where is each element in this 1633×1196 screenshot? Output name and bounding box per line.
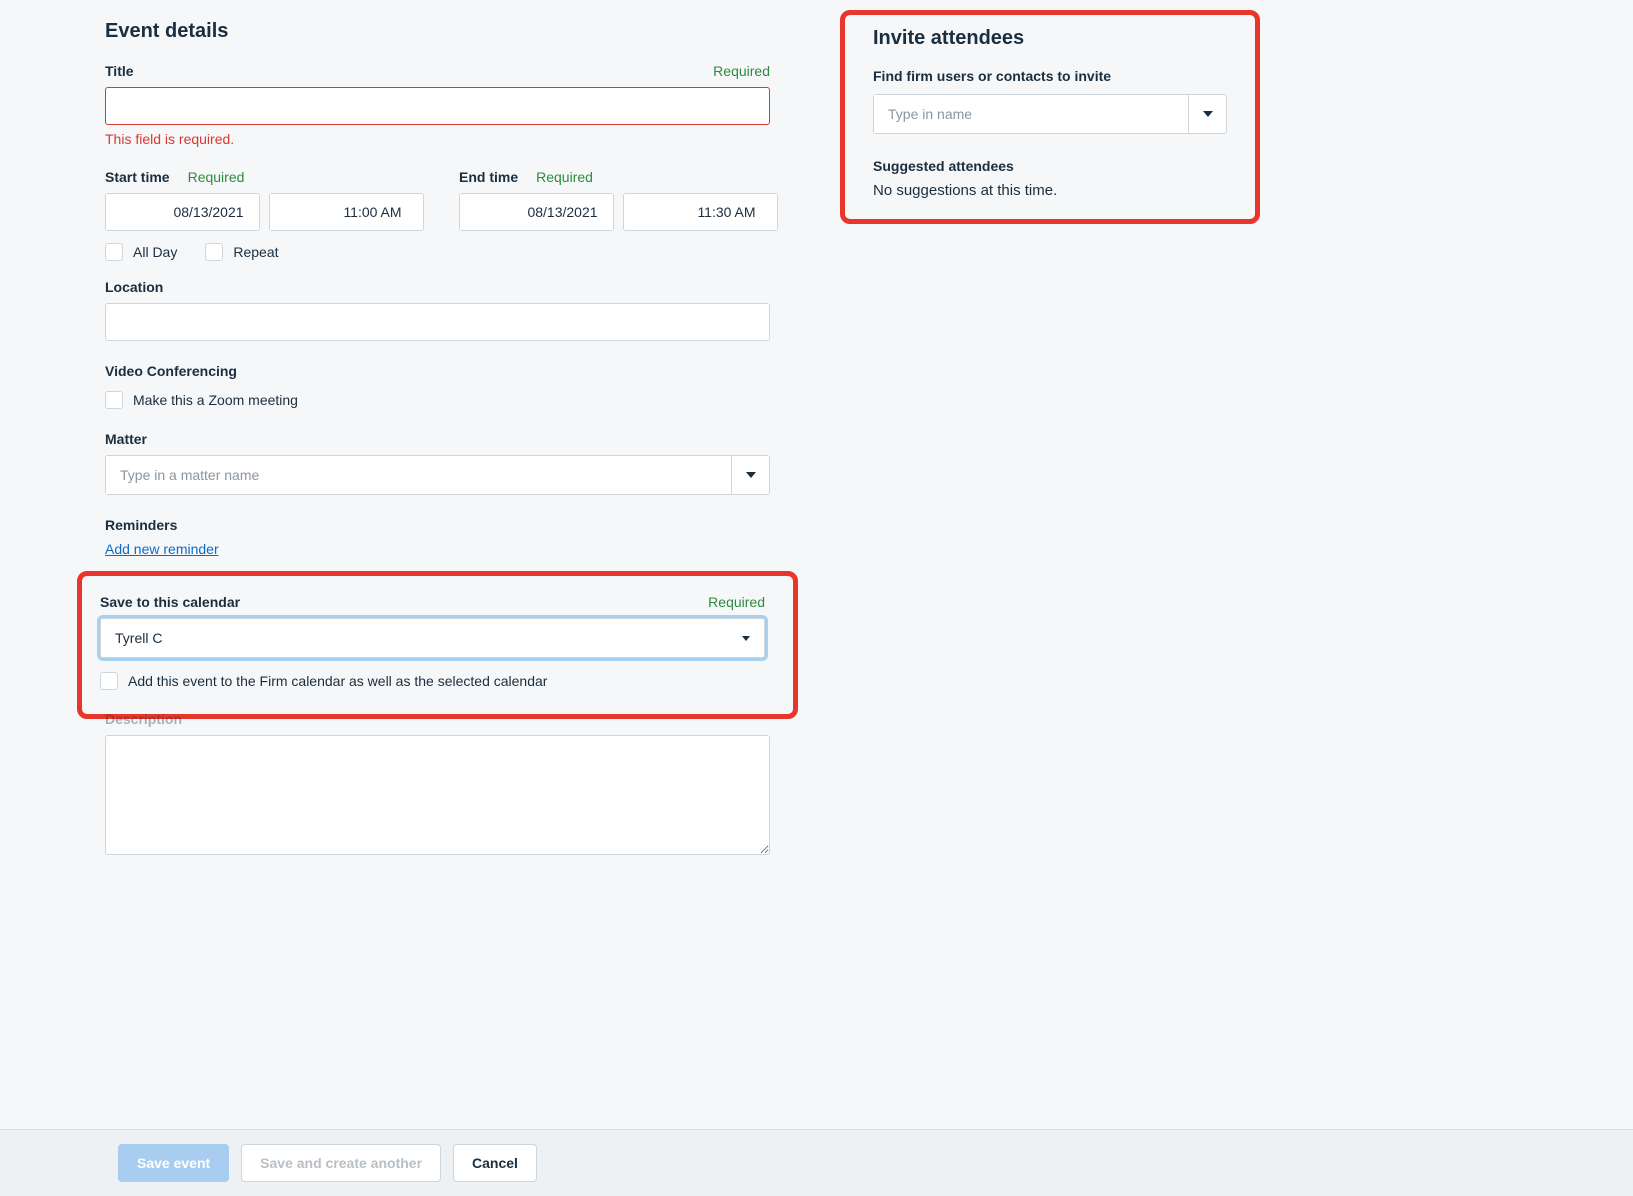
- event-details-panel: Event details Title Required This field …: [105, 20, 770, 938]
- save-to-calendar-highlight: Save to this calendar Required Tyrell C …: [77, 571, 798, 719]
- matter-dropdown-button[interactable]: [731, 456, 769, 494]
- firm-calendar-label: Add this event to the Firm calendar as w…: [128, 673, 547, 689]
- title-input[interactable]: [105, 87, 770, 125]
- start-time-input[interactable]: [270, 194, 424, 230]
- title-required-tag: Required: [713, 63, 770, 79]
- end-time-label: End time: [459, 169, 518, 185]
- title-field-group: Title Required This field is required.: [105, 63, 770, 147]
- suggested-attendees-label: Suggested attendees: [873, 158, 1227, 174]
- invite-attendees-panel: Invite attendees Find firm users or cont…: [840, 20, 1260, 938]
- location-input[interactable]: [105, 303, 770, 341]
- invite-attendees-highlight: Invite attendees Find firm users or cont…: [840, 10, 1260, 224]
- save-event-button[interactable]: Save event: [118, 1144, 229, 1182]
- reminders-label: Reminders: [105, 517, 770, 533]
- no-suggestions-text: No suggestions at this time.: [873, 182, 1227, 199]
- chevron-down-icon: [1203, 111, 1213, 117]
- footer-action-bar: Save event Save and create another Cance…: [0, 1129, 1633, 1196]
- repeat-label: Repeat: [233, 244, 278, 260]
- location-label: Location: [105, 279, 770, 295]
- start-time-group: Start time Required: [105, 169, 424, 231]
- end-time-required-tag: Required: [536, 169, 593, 185]
- save-and-create-another-button[interactable]: Save and create another: [241, 1144, 441, 1182]
- matter-label: Matter: [105, 431, 770, 447]
- find-users-label: Find firm users or contacts to invite: [873, 68, 1227, 84]
- end-date-input[interactable]: [460, 194, 614, 230]
- description-label: Description: [105, 711, 770, 727]
- video-conferencing-label: Video Conferencing: [105, 363, 770, 379]
- attendee-dropdown-button[interactable]: [1188, 95, 1226, 133]
- add-reminder-link[interactable]: Add new reminder: [105, 541, 219, 557]
- attendee-input[interactable]: [874, 95, 1188, 133]
- zoom-meeting-checkbox[interactable]: [105, 391, 123, 409]
- firm-calendar-checkbox[interactable]: [100, 672, 118, 690]
- start-date-input[interactable]: [106, 194, 260, 230]
- chevron-down-icon: [742, 636, 750, 641]
- end-time-group: End time Required: [459, 169, 778, 231]
- zoom-meeting-label: Make this a Zoom meeting: [133, 392, 298, 408]
- all-day-checkbox[interactable]: [105, 243, 123, 261]
- save-to-calendar-label: Save to this calendar: [100, 594, 240, 610]
- attendee-combobox[interactable]: [873, 94, 1227, 134]
- title-error-message: This field is required.: [105, 131, 770, 147]
- calendar-select-value: Tyrell C: [115, 630, 162, 646]
- matter-input[interactable]: [106, 456, 731, 494]
- description-textarea[interactable]: [105, 735, 770, 855]
- end-time-input[interactable]: [624, 194, 778, 230]
- all-day-label: All Day: [133, 244, 177, 260]
- chevron-down-icon: [746, 472, 756, 478]
- calendar-select[interactable]: Tyrell C: [100, 618, 765, 658]
- cancel-button[interactable]: Cancel: [453, 1144, 537, 1182]
- save-to-calendar-required-tag: Required: [708, 594, 765, 610]
- title-label: Title: [105, 63, 134, 79]
- start-time-label: Start time: [105, 169, 170, 185]
- matter-combobox[interactable]: [105, 455, 770, 495]
- start-time-required-tag: Required: [188, 169, 245, 185]
- invite-attendees-heading: Invite attendees: [873, 27, 1227, 50]
- event-details-heading: Event details: [105, 20, 770, 43]
- repeat-checkbox[interactable]: [205, 243, 223, 261]
